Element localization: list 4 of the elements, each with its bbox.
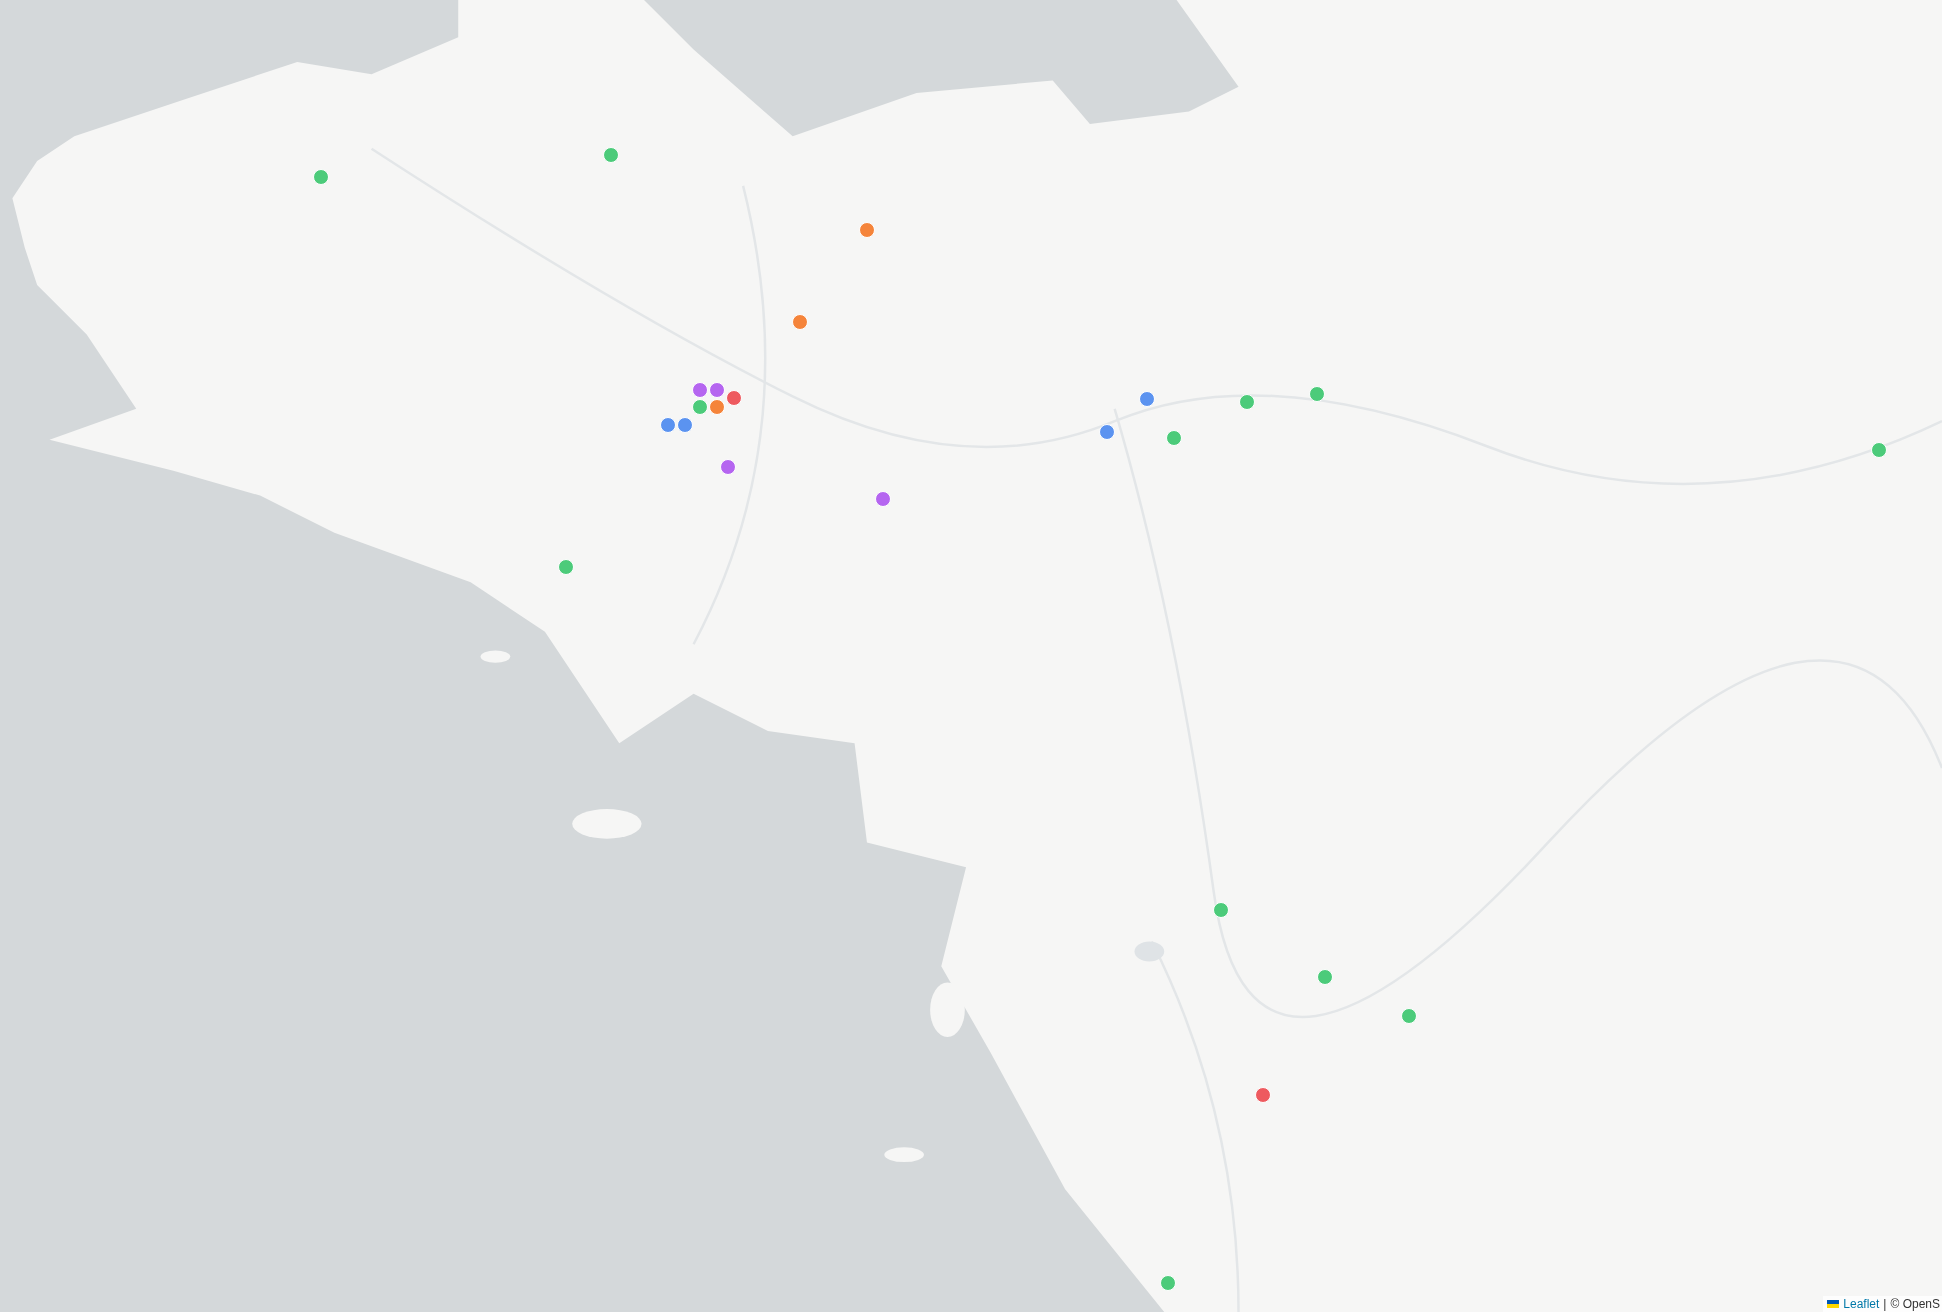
flag-icon [1827, 1300, 1840, 1308]
leaflet-link[interactable]: Leaflet [1843, 1296, 1880, 1312]
attribution-text: © OpenS [1890, 1296, 1940, 1312]
separator: | [1883, 1296, 1887, 1312]
